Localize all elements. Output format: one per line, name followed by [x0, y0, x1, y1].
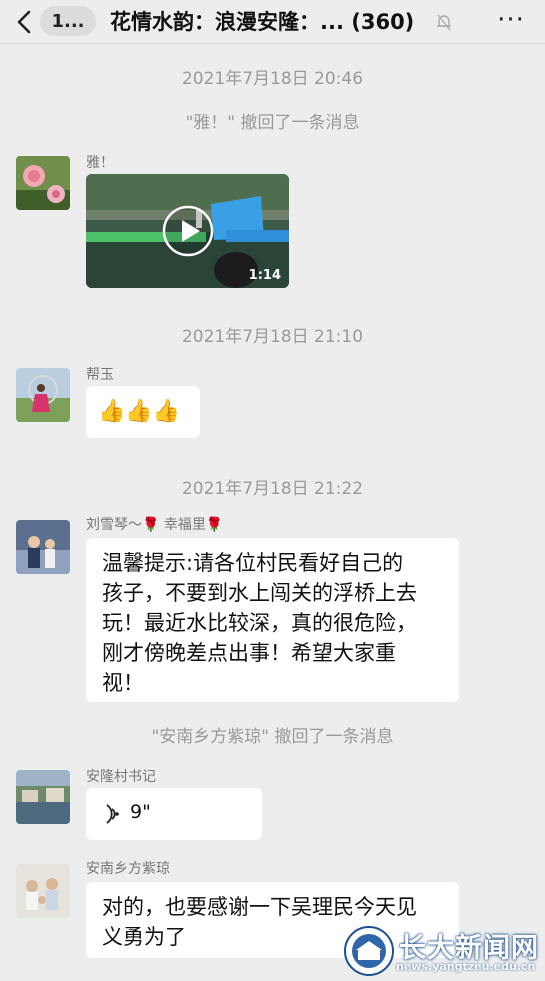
voice-wave-icon [106, 804, 119, 824]
sender-name: 安隆村书记 [86, 769, 156, 785]
video-duration: 1:14 [248, 268, 281, 283]
back-icon[interactable] [14, 10, 34, 34]
message-line: 温馨提示:请各位村民看好自己的 [102, 551, 404, 575]
avatar[interactable] [16, 520, 70, 574]
sender-name: 刘雪琴～🌹 幸福里🌹 [86, 517, 224, 533]
chat-header: 1... 花情水韵：浪漫安隆：... (360) ··· [0, 0, 545, 44]
avatar[interactable] [16, 156, 70, 210]
timestamp: 2021年7月18日 21:22 [181, 479, 364, 499]
voice-message[interactable]: 9" [86, 788, 262, 840]
more-options-icon[interactable]: ··· [494, 7, 528, 36]
sender-name: 安南乡方紫琼 [86, 861, 170, 877]
recall-notice: "安南乡方紫琼" 撤回了一条消息 [151, 727, 394, 747]
timestamp: 2021年7月18日 20:46 [181, 69, 364, 89]
message-line: 视！ [102, 671, 144, 695]
message-bubble[interactable]: 温馨提示:请各位村民看好自己的 孩子，不要到水上闯关的浮桥上去 玩！最近水比较深… [86, 538, 459, 702]
video-message[interactable]: 1:14 [86, 174, 289, 288]
recall-notice: "雅！" 撤回了一条消息 [185, 113, 360, 133]
message-line: 玩！最近水比较深，真的很危险， [102, 611, 417, 635]
avatar[interactable] [16, 864, 70, 918]
message-line: 刚才傍晚差点出事！希望大家重 [102, 641, 396, 665]
voice-duration: 9" [130, 801, 151, 823]
mute-bell-icon [437, 14, 451, 31]
sender-name: 雅！ [86, 155, 114, 171]
watermark-url: news.yangtzeu.edu.cn [396, 960, 536, 973]
site-watermark: 长大新闻网 news.yangtzeu.edu.cn [344, 922, 544, 980]
avatar[interactable] [16, 770, 70, 824]
unread-count-badge[interactable]: 1... [40, 6, 96, 36]
chat-title: 花情水韵：浪漫安隆：... (360) [110, 10, 415, 34]
avatar[interactable] [16, 368, 70, 422]
message-bubble[interactable]: 👍👍👍 [86, 386, 200, 438]
timestamp: 2021年7月18日 21:10 [181, 327, 364, 347]
message-line: 孩子，不要到水上闯关的浮桥上去 [102, 581, 417, 605]
university-logo [344, 926, 394, 976]
sender-name: 帮玉 [86, 367, 114, 383]
message-line: 对的，也要感谢一下吴理民今天见 [102, 895, 417, 919]
play-icon[interactable] [162, 205, 214, 257]
